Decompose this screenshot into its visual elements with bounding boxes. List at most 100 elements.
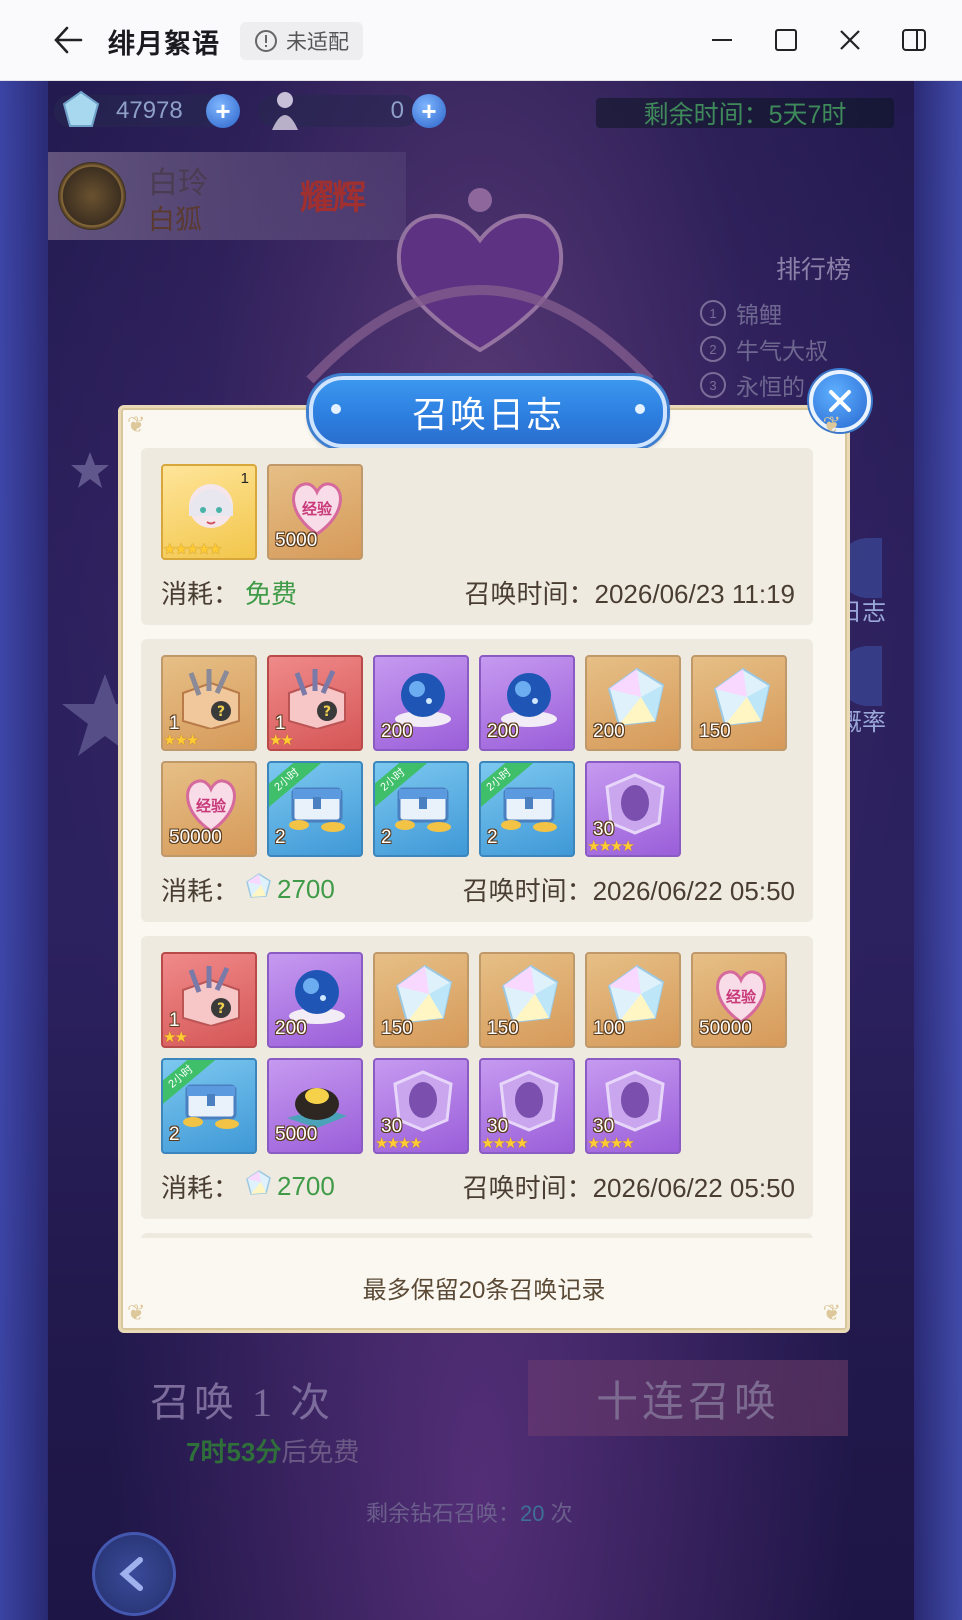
ranking-title[interactable]: 排行榜 <box>776 250 851 286</box>
ranking-row: 1 锦鲤 <box>700 296 782 330</box>
free-time: 7时53分 <box>186 1437 282 1467</box>
background-edge-right <box>914 80 962 1620</box>
record-cost: 消耗： 2700 <box>161 1168 335 1205</box>
reward-item[interactable]: 150 <box>691 655 787 751</box>
summon-record: ? 1 ★★★? 1 ★★ 200 200 200 150 经验 50000 2小时 2 2小时 2 2小时 2… <box>141 639 813 922</box>
warning-circle-icon <box>255 30 277 52</box>
reward-item[interactable]: 经验 5000 <box>267 464 363 560</box>
item-count: 2 <box>487 827 498 848</box>
corner-ornament-icon: ❦ <box>127 412 146 437</box>
reward-item[interactable]: 30 ★★★★ <box>479 1058 575 1154</box>
reward-item[interactable]: 2小时 2 <box>267 761 363 857</box>
time-value: 2026/06/22 05:50 <box>592 876 795 906</box>
add-currency-button[interactable]: + <box>412 94 446 128</box>
reward-item[interactable]: 30 ★★★★ <box>373 1058 469 1154</box>
ranking-row: 2 牛气大叔 <box>700 332 828 366</box>
ranking-player: 牛气大叔 <box>736 338 828 364</box>
summon-ten-button[interactable]: 十连召唤 <box>528 1360 848 1436</box>
game-viewport: 47978 + 0 + 剩余时间：5天7时 白玲 白狐 耀辉 排行榜 1 锦鲤 2… <box>0 80 962 1620</box>
star-rating-icon: ★★★★ <box>587 838 635 855</box>
cost-value: 2700 <box>277 1171 335 1201</box>
reward-item[interactable]: 2小时 2 <box>479 761 575 857</box>
reward-item[interactable]: 200 <box>373 655 469 751</box>
close-window-icon[interactable] <box>830 20 870 60</box>
dialog-title: 召唤日志 <box>411 394 564 435</box>
diamond-icon <box>601 667 669 729</box>
dialog-title-banner: 召唤日志 <box>309 376 667 448</box>
summon-time: 召唤时间：2026/06/22 05:50 <box>463 1168 795 1205</box>
compat-badge[interactable]: 未适配 <box>240 22 363 60</box>
window-title-bar: 绯月絮语 未适配 <box>0 0 962 81</box>
diamond-icon <box>245 873 271 906</box>
record-footer: 消耗： 免费 召唤时间：2026/06/23 11:19 <box>161 574 795 611</box>
star-rating-icon: ★★★★ <box>481 1135 529 1152</box>
item-count: 150 <box>381 1018 413 1039</box>
character-race: 白狐 <box>148 205 202 235</box>
reward-item[interactable]: 200 <box>479 655 575 751</box>
time-value: 2026/06/23 11:19 <box>594 579 795 609</box>
diamond-counter: 47978 + <box>54 90 240 128</box>
exp-heart-icon: 经验 <box>283 476 351 538</box>
item-count: 200 <box>487 721 519 742</box>
star-rating-icon: ★★★ <box>163 732 199 749</box>
summon-once-button[interactable]: 召唤 1 次 <box>150 1370 334 1428</box>
item-count: 5000 <box>275 530 318 551</box>
star-rating-icon: ★★★★ <box>587 1135 635 1152</box>
record-footer: 消耗： 2700 召唤时间：2026/06/22 05:50 <box>161 1168 795 1205</box>
back-arrow-icon[interactable] <box>48 22 88 58</box>
crystal-orb-icon <box>389 667 457 729</box>
star-rating-icon: ★★★★ <box>375 1135 423 1152</box>
character-panel[interactable]: 白玲 白狐 耀辉 <box>48 152 406 240</box>
reward-item[interactable]: 200 <box>267 952 363 1048</box>
cost-label: 消耗： <box>161 1173 240 1203</box>
summon-record: 经验2小时 <box>141 1233 813 1238</box>
character-title: 耀辉 <box>300 180 366 217</box>
reward-items: 1 ★★★★★ 经验 5000 <box>161 464 795 560</box>
diamond-left-value: 20 <box>520 1501 545 1526</box>
cost-value: 2700 <box>277 874 335 904</box>
reward-item[interactable]: 150 <box>479 952 575 1048</box>
cost-value: 免费 <box>245 579 298 609</box>
crystal-orb-icon <box>283 964 351 1026</box>
background-edge-left <box>0 80 48 1620</box>
crystal-orb-icon <box>495 667 563 729</box>
reward-item[interactable]: 经验 50000 <box>691 952 787 1048</box>
reward-item[interactable]: ? 1 ★★ <box>161 952 257 1048</box>
ranking-player: 锦鲤 <box>736 302 782 328</box>
reward-item[interactable]: 150 <box>373 952 469 1048</box>
time-value: 2026/06/22 05:50 <box>592 1173 795 1203</box>
reward-item[interactable]: ? 1 ★★ <box>267 655 363 751</box>
item-count: 200 <box>593 721 625 742</box>
return-button[interactable] <box>92 1532 176 1616</box>
reward-item[interactable]: 2小时 2 <box>161 1058 257 1154</box>
star-rating-icon: ★★ <box>269 732 294 749</box>
maximize-icon[interactable] <box>766 20 806 60</box>
summon-time: 召唤时间：2026/06/22 05:50 <box>463 871 795 908</box>
event-remaining-time: 剩余时间：5天7时 <box>596 98 894 129</box>
diamond-icon <box>389 964 457 1026</box>
minimize-icon[interactable] <box>702 20 742 60</box>
reward-item[interactable]: 30 ★★★★ <box>585 761 681 857</box>
reward-item[interactable]: ? 1 ★★★ <box>161 655 257 751</box>
reward-item[interactable]: 30 ★★★★ <box>585 1058 681 1154</box>
item-count: 150 <box>699 721 731 742</box>
diamond-icon <box>707 667 775 729</box>
reward-item[interactable]: 5000 <box>267 1058 363 1154</box>
equipment-chest-red-icon: ? <box>177 964 245 1028</box>
add-diamond-button[interactable]: + <box>206 94 240 128</box>
time-label: 召唤时间： <box>462 1173 593 1203</box>
reward-item[interactable]: 200 <box>585 655 681 751</box>
reward-item[interactable]: 经验 50000 <box>161 761 257 857</box>
summon-record: 1 ★★★★★ 经验 5000 消耗： 免费 召唤时间：2026/06/23 11:19 <box>141 448 813 625</box>
record-list[interactable]: 1 ★★★★★ 经验 5000 消耗： 免费 召唤时间：2026/06/23 11:19? 1… <box>137 448 827 1238</box>
star-rating-icon: ★★★★★ <box>163 541 222 558</box>
reward-item[interactable]: 100 <box>585 952 681 1048</box>
star-rating-icon: ★★ <box>163 1029 188 1046</box>
side-panel-icon[interactable] <box>894 20 934 60</box>
element-emblem-icon <box>58 162 126 230</box>
free-suffix: 后免费 <box>281 1437 360 1467</box>
diamond-icon <box>245 1170 271 1203</box>
reward-item[interactable]: 2小时 2 <box>373 761 469 857</box>
reward-items: ? 1 ★★★? 1 ★★ 200 200 200 150 经验 50000 2小时 2 2小时 2 2小时 2… <box>161 655 795 857</box>
reward-item[interactable]: 1 ★★★★★ <box>161 464 257 560</box>
